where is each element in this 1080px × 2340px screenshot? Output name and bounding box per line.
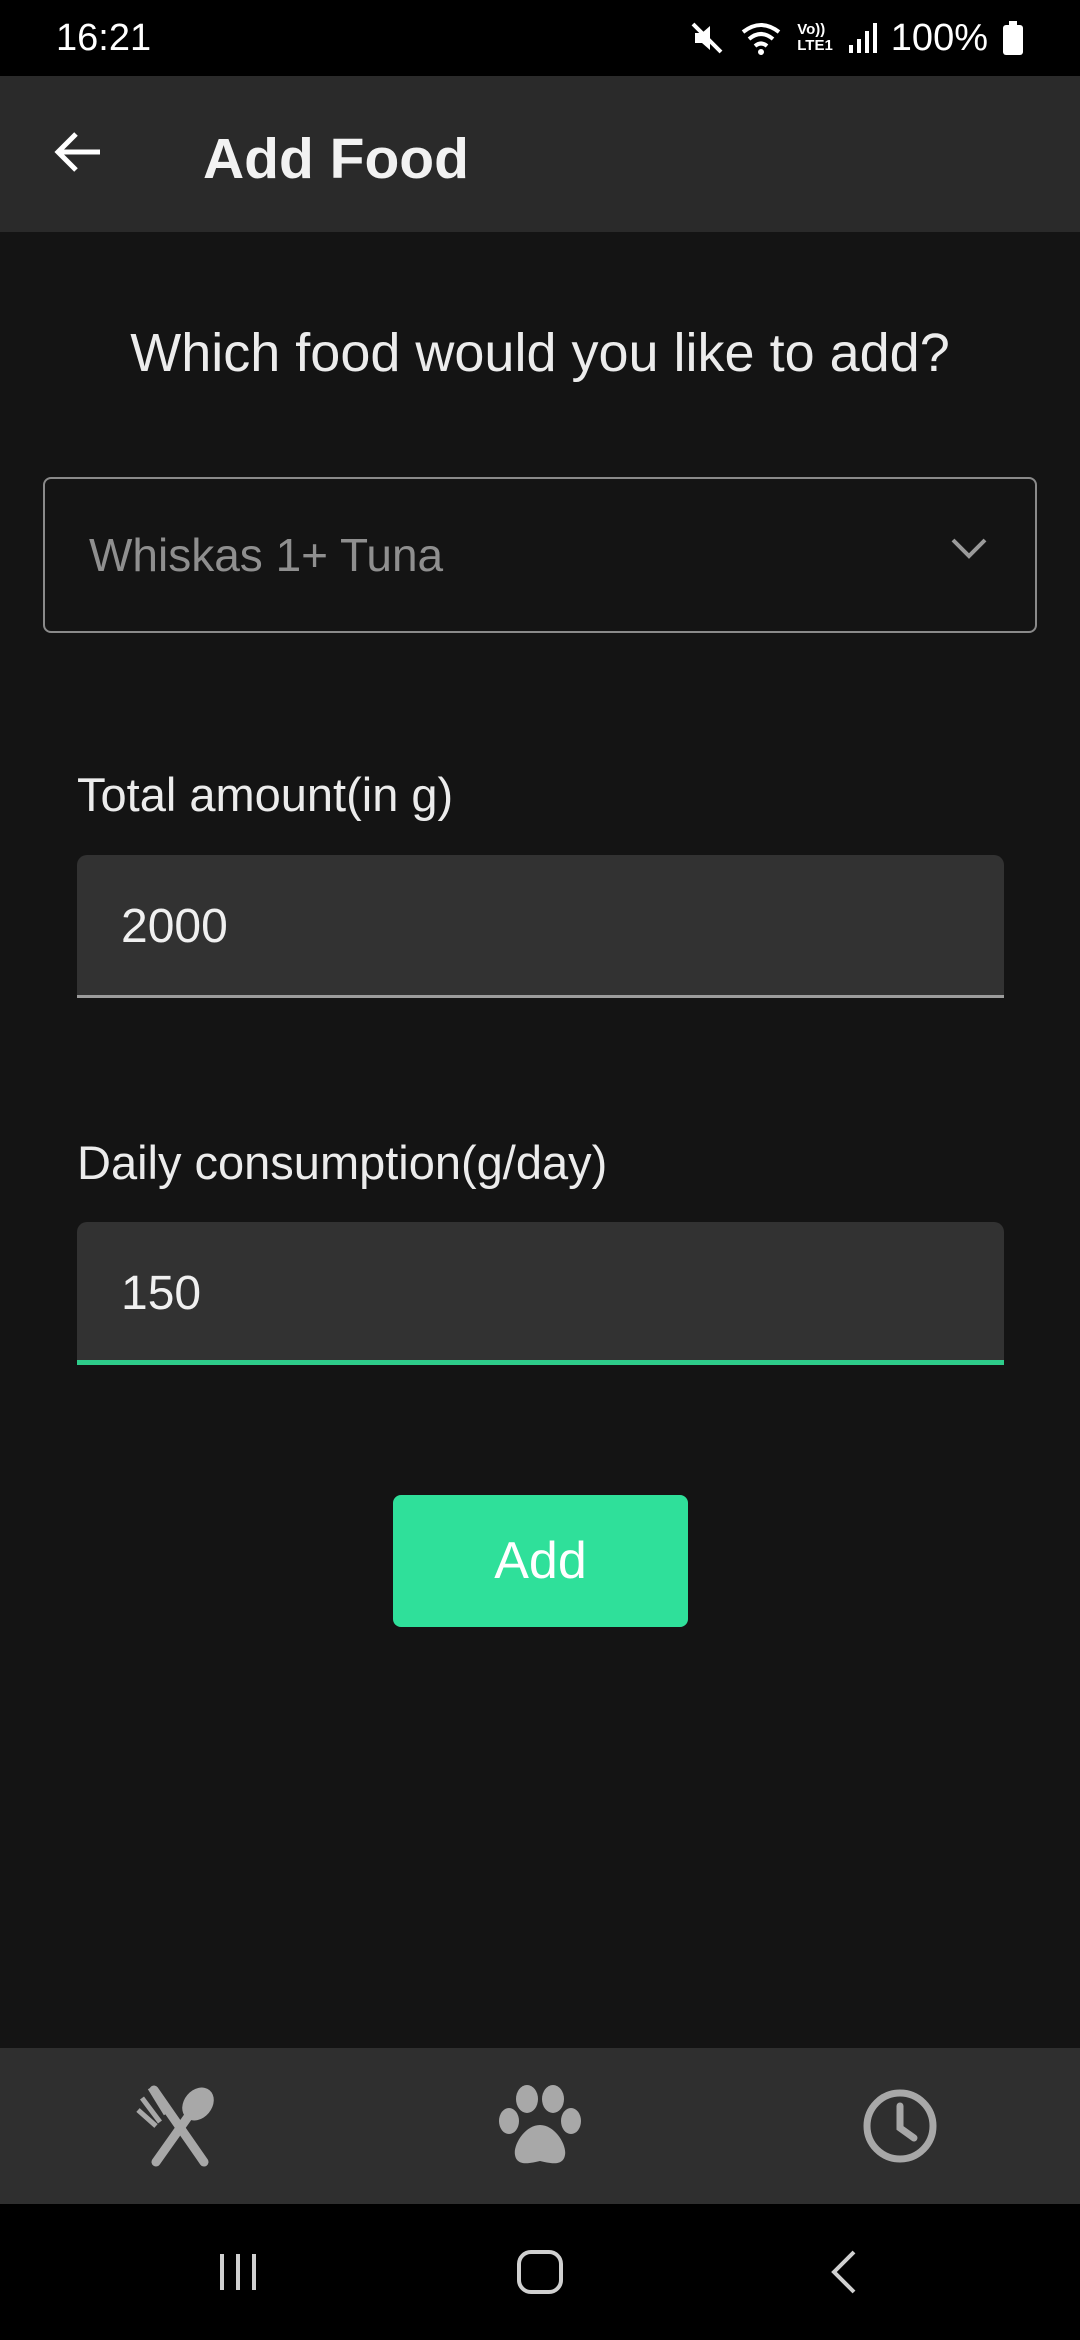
daily-consumption-label: Daily consumption(g/day) <box>77 1136 608 1189</box>
back-nav-button[interactable] <box>820 2246 870 2303</box>
arrow-left-icon <box>52 128 104 181</box>
total-amount-field[interactable] <box>77 855 1004 998</box>
back-button[interactable] <box>44 120 112 188</box>
recent-apps-button[interactable] <box>214 2246 264 2301</box>
total-amount-input[interactable] <box>121 899 941 954</box>
app-bar: Add Food <box>0 76 1080 232</box>
add-button[interactable]: Add <box>393 1495 688 1627</box>
total-amount-label: Total amount(in g) <box>77 768 454 821</box>
page-title: Add Food <box>203 127 469 191</box>
signal-icon <box>847 21 877 55</box>
battery-percent: 100% <box>890 16 988 59</box>
chevron-down-icon <box>949 535 989 566</box>
wifi-icon <box>739 20 783 56</box>
nav-item-history[interactable] <box>852 2083 948 2173</box>
clock-icon <box>860 2086 940 2171</box>
mute-icon <box>689 20 725 56</box>
paw-icon <box>495 2083 585 2174</box>
nav-item-pets[interactable] <box>492 2083 588 2173</box>
battery-icon <box>1002 20 1024 56</box>
daily-consumption-field[interactable] <box>77 1222 1004 1365</box>
food-question: Which food would you like to add? <box>130 323 950 383</box>
fork-spoon-icon <box>134 2084 226 2173</box>
food-select-value: Whiskas 1+ Tuna <box>89 529 444 581</box>
food-select[interactable]: Whiskas 1+ Tuna <box>43 477 1037 633</box>
daily-consumption-input[interactable] <box>121 1266 941 1321</box>
bottom-nav <box>0 2048 1080 2204</box>
volte-lte-icon: Vo)) LTE1 <box>797 21 833 54</box>
status-icons: Vo)) LTE1 100% <box>689 17 1024 60</box>
home-button[interactable] <box>514 2246 566 2303</box>
system-nav-bar <box>0 2204 1080 2340</box>
nav-item-food[interactable] <box>132 2083 228 2173</box>
status-time: 16:21 <box>56 16 152 59</box>
status-bar: 16:21 Vo)) LTE1 100% <box>0 0 1080 76</box>
